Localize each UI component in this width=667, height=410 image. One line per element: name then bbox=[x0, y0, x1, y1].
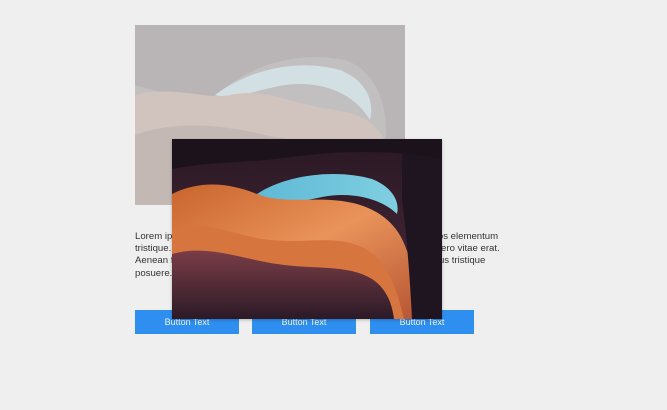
popup-image[interactable] bbox=[172, 139, 442, 319]
canyon-photo bbox=[172, 139, 442, 319]
